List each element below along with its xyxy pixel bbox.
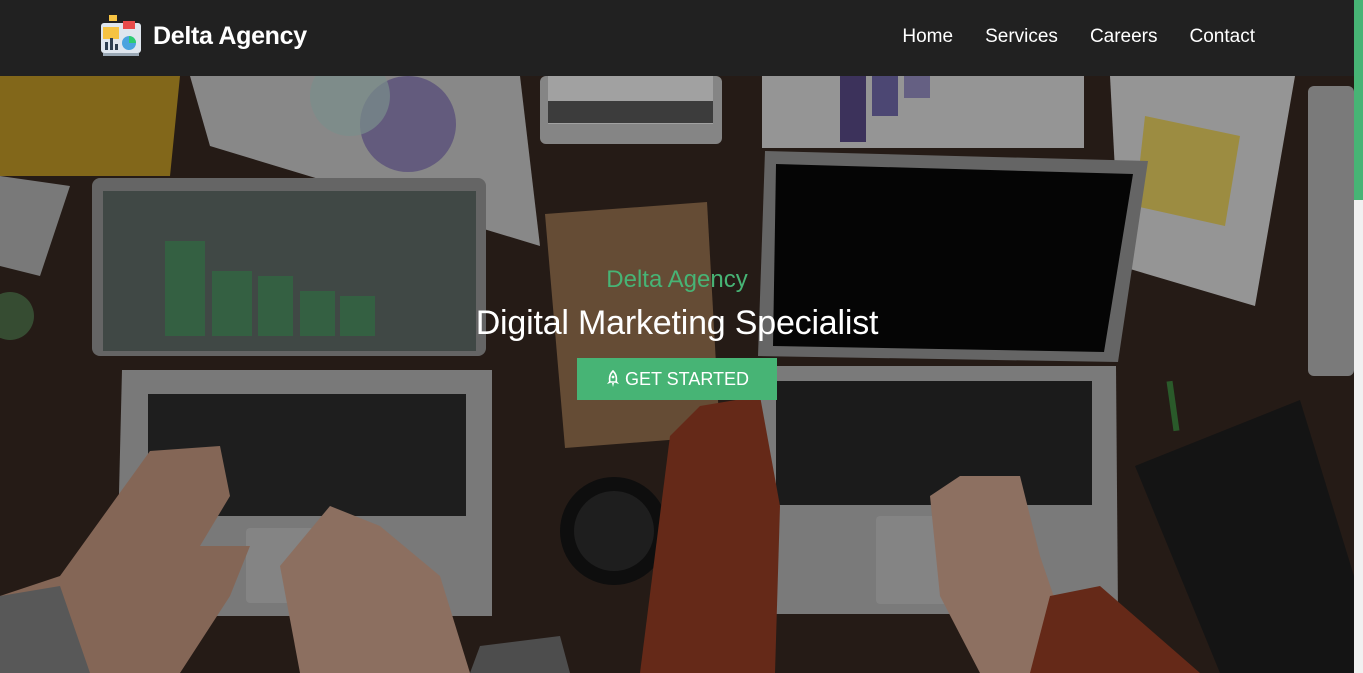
agency-logo-icon — [99, 13, 143, 59]
navbar: Delta Agency Home Services Careers Conta… — [0, 0, 1354, 76]
page-scrollbar[interactable] — [1354, 0, 1363, 673]
get-started-button[interactable]: GET STARTED — [577, 358, 777, 400]
hero-section: Delta Agency Digital Marketing Specialis… — [0, 76, 1354, 673]
hero-subtitle: Delta Agency — [606, 266, 748, 293]
nav-services[interactable]: Services — [985, 26, 1058, 48]
scrollbar-thumb[interactable] — [1354, 0, 1363, 200]
brand-name: Delta Agency — [153, 21, 307, 50]
get-started-label: GET STARTED — [624, 368, 750, 389]
hero-title: Digital Marketing Specialist — [475, 304, 879, 342]
nav-careers[interactable]: Careers — [1090, 26, 1158, 48]
hero-content: Delta Agency Digital Marketing Specialis… — [0, 266, 1354, 400]
nav-contact[interactable]: Contact — [1190, 26, 1255, 48]
brand[interactable]: Delta Agency — [99, 13, 307, 59]
nav-home[interactable]: Home — [902, 26, 953, 48]
rocket-icon — [606, 370, 619, 387]
main-nav: Home Services Careers Contact — [870, 26, 1255, 48]
